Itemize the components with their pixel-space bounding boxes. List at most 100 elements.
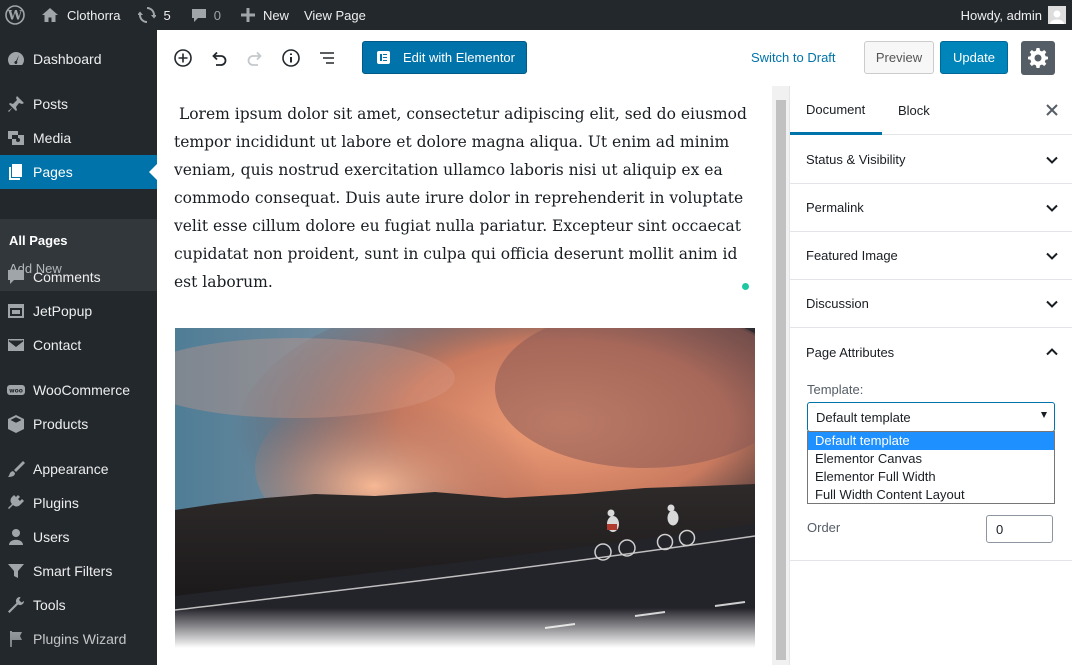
sidebar-item-posts[interactable]: Posts <box>0 87 157 121</box>
admin-sidebar: Dashboard Posts Media Pages All Pages Ad… <box>0 30 157 665</box>
gear-icon <box>1028 48 1048 68</box>
popup-icon <box>6 301 26 321</box>
elementor-icon <box>377 51 390 64</box>
pin-icon <box>6 94 26 114</box>
avatar <box>1048 6 1066 24</box>
tab-block[interactable]: Block <box>898 86 930 135</box>
switch-to-draft-button[interactable]: Switch to Draft <box>751 50 836 65</box>
template-options-list: Default template Elementor Canvas Elemen… <box>807 431 1055 504</box>
chevron-down-icon <box>1045 153 1059 170</box>
paragraph-block[interactable]: Lorem ipsum dolor sit amet, consectetur … <box>174 100 759 296</box>
svg-text:woo: woo <box>9 388 23 395</box>
new-label: New <box>262 7 289 23</box>
editor-toolbar: Edit with Elementor Switch to Draft Prev… <box>157 30 1072 86</box>
sidebar-item-label: Contact <box>33 337 82 353</box>
updates-link[interactable]: 5 <box>128 0 178 30</box>
section-page-attributes[interactable]: Page Attributes <box>790 328 1072 376</box>
chevron-up-icon <box>1045 345 1059 362</box>
sidebar-item-label: Smart Filters <box>33 563 113 579</box>
sidebar-item-comments[interactable]: Comments <box>0 260 157 294</box>
template-option[interactable]: Full Width Content Layout <box>808 486 1054 504</box>
comments-link[interactable]: 0 <box>179 0 229 30</box>
sidebar-item-label: Products <box>33 416 89 432</box>
panel-tabs: Document Block <box>790 86 1072 135</box>
site-name-link[interactable]: Clothorra <box>31 0 128 30</box>
close-icon[interactable] <box>1045 103 1059 117</box>
svg-text:W: W <box>7 9 23 24</box>
sidebar-item-label: Users <box>33 529 70 545</box>
section-title: Permalink <box>806 200 864 215</box>
sidebar-item-label: Posts <box>33 96 69 112</box>
brush-icon <box>6 459 26 479</box>
section-title: Discussion <box>806 296 869 311</box>
section-discussion[interactable]: Discussion <box>790 280 1072 328</box>
sidebar-item-label: Comments <box>33 269 101 285</box>
sidebar-item-label: Tools <box>33 597 66 613</box>
woocommerce-icon: woo <box>6 380 26 400</box>
sidebar-item-plugins-wizard[interactable]: Plugins Wizard <box>0 622 157 656</box>
section-title: Featured Image <box>806 248 898 263</box>
sidebar-item-smart-filters[interactable]: Smart Filters <box>0 554 157 588</box>
submenu-all-pages[interactable]: All Pages <box>9 233 68 248</box>
sidebar-item-products[interactable]: Products <box>0 407 157 441</box>
howdy-text: Howdy, admin <box>960 7 1042 23</box>
sidebar-item-label: Media <box>33 130 72 146</box>
box-icon <box>6 414 26 434</box>
plus-icon <box>240 8 255 22</box>
divider <box>790 560 1072 561</box>
template-label: Template: <box>807 382 864 397</box>
mail-icon <box>6 335 26 355</box>
add-block-icon[interactable] <box>173 48 193 68</box>
sidebar-item-appearance[interactable]: Appearance <box>0 452 157 486</box>
admin-bar: W Clothorra 5 0 New View Page Howdy, adm… <box>0 0 1072 30</box>
filter-icon <box>6 561 26 581</box>
editor-scrollbar[interactable] <box>772 86 789 665</box>
preview-button[interactable]: Preview <box>864 41 934 74</box>
comments-count: 0 <box>213 7 221 23</box>
template-selected-value: Default template <box>816 409 911 425</box>
sidebar-item-media[interactable]: Media <box>0 121 157 155</box>
template-option[interactable]: Default template <box>808 432 1054 450</box>
sidebar-item-plugins[interactable]: Plugins <box>0 486 157 520</box>
sidebar-item-tools[interactable]: Tools <box>0 588 157 622</box>
image-block[interactable] <box>175 328 755 648</box>
undo-icon[interactable] <box>209 48 229 68</box>
sidebar-item-users[interactable]: Users <box>0 520 157 554</box>
sidebar-item-label: Plugins <box>33 495 79 511</box>
view-page-link[interactable]: View Page <box>297 0 374 30</box>
chevron-down-icon <box>1045 201 1059 218</box>
redo-icon[interactable] <box>245 48 265 68</box>
template-option[interactable]: Elementor Canvas <box>808 450 1054 468</box>
chevron-down-icon <box>1045 297 1059 314</box>
sidebar-item-jetpopup[interactable]: JetPopup <box>0 294 157 328</box>
tab-document[interactable]: Document <box>790 86 882 135</box>
sidebar-item-label: Appearance <box>33 461 109 477</box>
section-permalink[interactable]: Permalink <box>790 184 1072 232</box>
home-icon <box>41 7 59 23</box>
update-button[interactable]: Update <box>940 41 1008 74</box>
block-navigation-icon[interactable] <box>317 48 337 68</box>
edit-with-elementor-label: Edit with Elementor <box>403 50 515 65</box>
account-menu[interactable]: Howdy, admin <box>953 0 1072 30</box>
new-content-link[interactable]: New <box>229 0 297 30</box>
site-name: Clothorra <box>67 7 121 23</box>
sidebar-item-label: JetPopup <box>33 303 93 319</box>
template-option[interactable]: Elementor Full Width <box>808 468 1054 486</box>
sidebar-item-pages[interactable]: Pages <box>0 155 157 189</box>
sidebar-item-label: Plugins Wizard <box>33 631 127 647</box>
sidebar-item-contact[interactable]: Contact <box>0 328 157 362</box>
template-select[interactable]: Default template <box>807 402 1055 432</box>
edit-with-elementor-button[interactable]: Edit with Elementor <box>362 41 527 74</box>
plug-icon <box>6 493 26 513</box>
wordpress-logo-icon[interactable]: W <box>0 0 31 30</box>
sidebar-item-woocommerce[interactable]: woo WooCommerce <box>0 373 157 407</box>
comment-icon <box>6 267 26 287</box>
section-status-visibility[interactable]: Status & Visibility <box>790 136 1072 184</box>
info-icon[interactable] <box>281 48 301 68</box>
section-featured-image[interactable]: Featured Image <box>790 232 1072 280</box>
order-input[interactable]: 0 <box>986 515 1053 543</box>
media-icon <box>6 128 26 148</box>
scrollbar-thumb[interactable] <box>776 100 786 660</box>
sidebar-item-dashboard[interactable]: Dashboard <box>0 42 157 76</box>
settings-button[interactable] <box>1021 41 1055 75</box>
